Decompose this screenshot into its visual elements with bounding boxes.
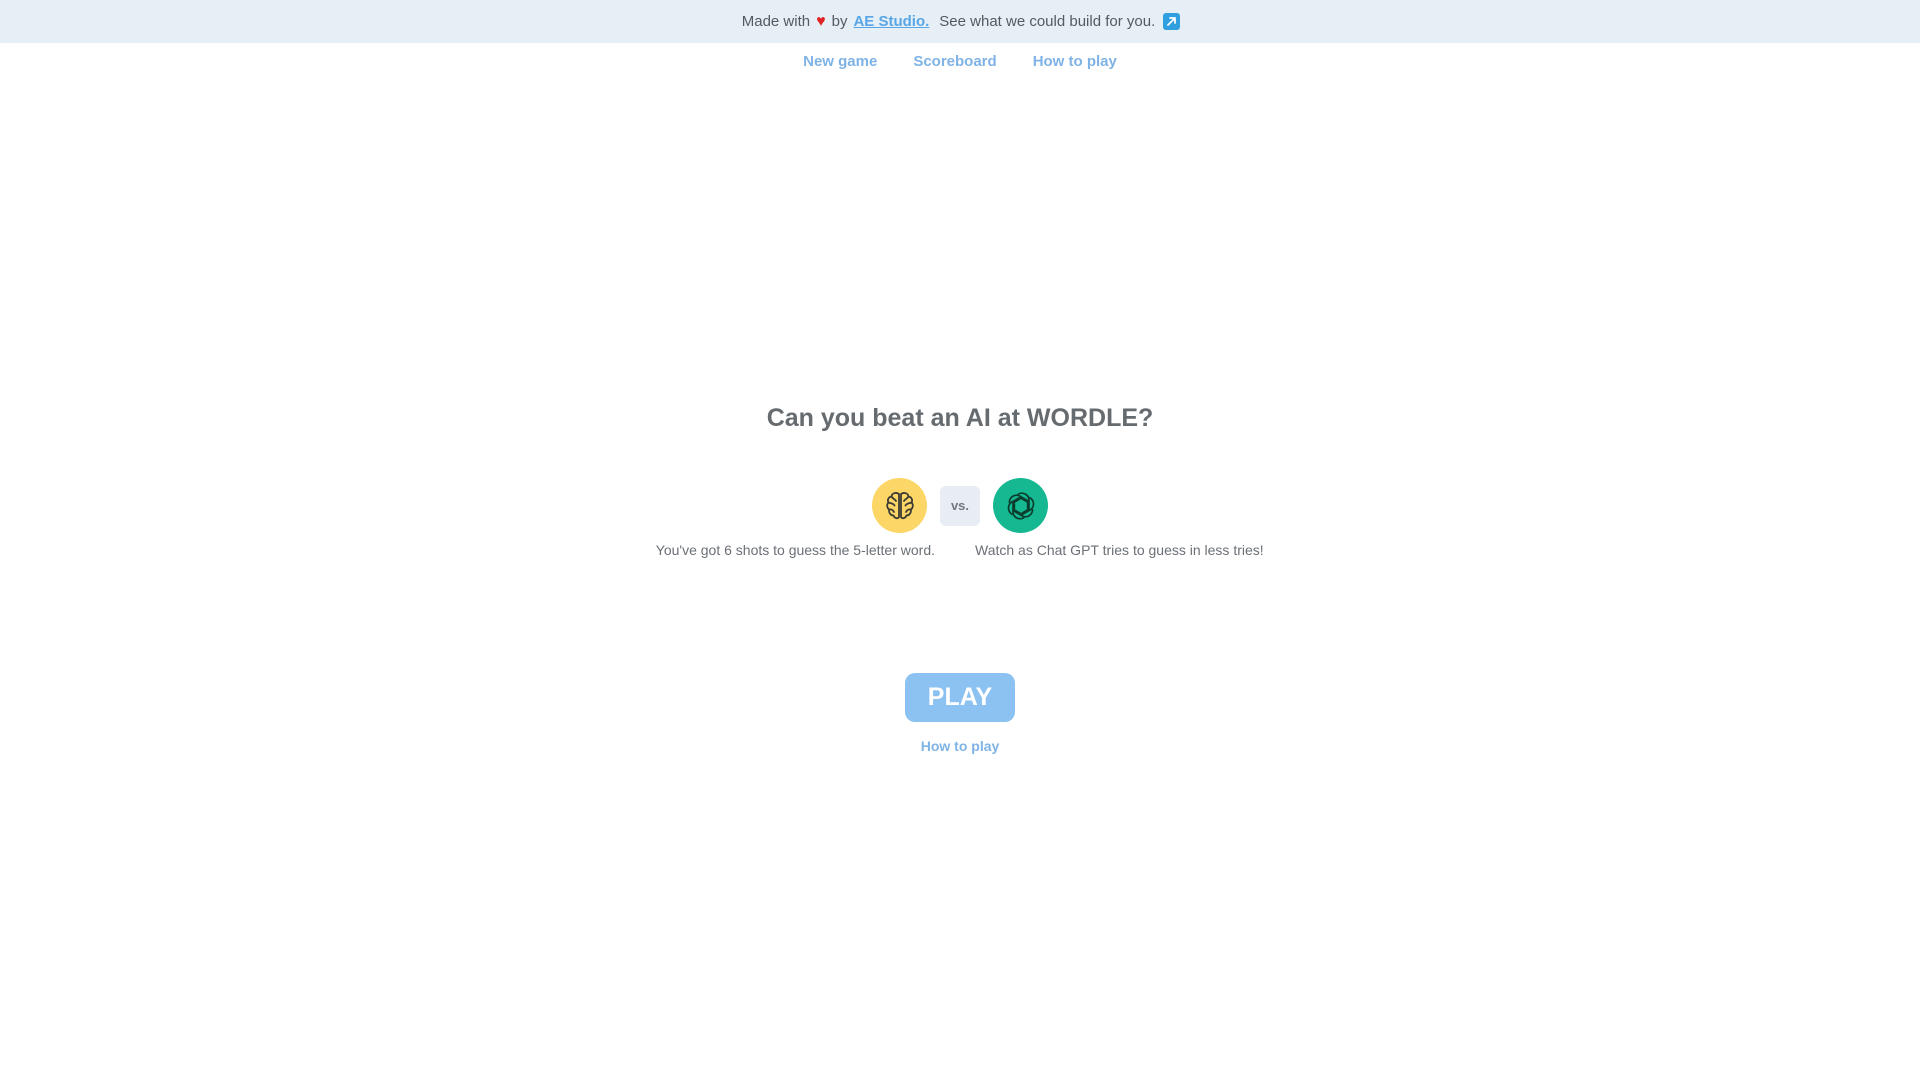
versus-row: vs. — [0, 478, 1920, 533]
banner-by: by — [831, 13, 848, 30]
how-to-play-container: How to play — [0, 738, 1920, 754]
vs-badge: vs. — [940, 485, 980, 526]
how-to-play-link[interactable]: How to play — [921, 738, 1000, 754]
nav-new-game[interactable]: New game — [803, 53, 877, 77]
captions-row: You've got 6 shots to guess the 5-letter… — [0, 542, 1920, 558]
player-caption: You've got 6 shots to guess the 5-letter… — [655, 542, 935, 558]
banner-cta[interactable]: See what we could build for you. — [939, 13, 1155, 30]
ae-studio-link[interactable]: AE Studio. — [853, 13, 929, 30]
ai-caption: Watch as Chat GPT tries to guess in less… — [975, 542, 1264, 558]
external-arrow-icon[interactable] — [1163, 13, 1181, 30]
play-button[interactable]: PLAY — [905, 673, 1015, 722]
heart-icon: ♥ — [816, 12, 826, 30]
brain-icon — [872, 478, 927, 533]
openai-logo-icon — [993, 478, 1048, 533]
top-nav: New game Scoreboard How to play — [0, 53, 1920, 77]
page-title: Can you beat an AI at WORDLE? — [766, 404, 1154, 432]
nav-scoreboard[interactable]: Scoreboard — [913, 53, 996, 77]
nav-how-to-play[interactable]: How to play — [1033, 53, 1117, 77]
banner-made-with: Made with — [741, 13, 811, 30]
promo-banner: Made with ♥ by AE Studio. See what we co… — [0, 0, 1920, 43]
